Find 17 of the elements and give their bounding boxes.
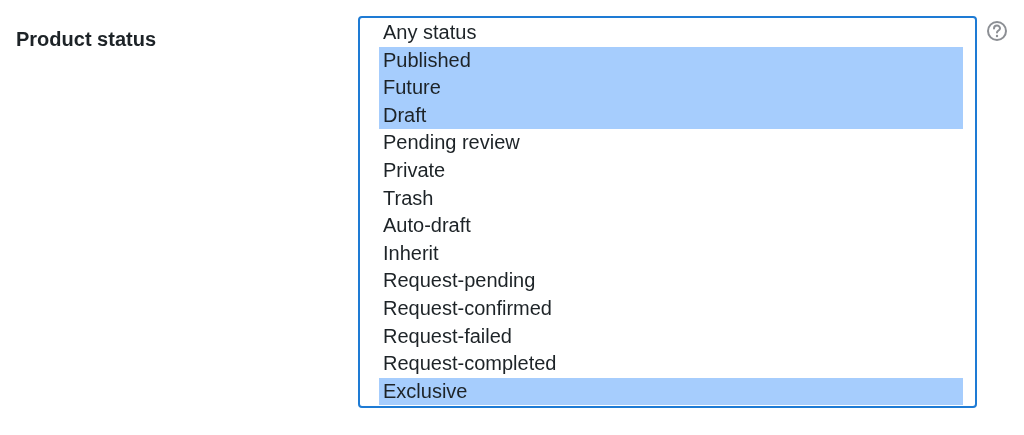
list-option[interactable]: Request-confirmed: [379, 294, 963, 323]
list-option[interactable]: Draft: [379, 101, 963, 130]
list-option[interactable]: Request-pending: [379, 267, 963, 295]
list-option[interactable]: Auto-draft: [379, 212, 963, 240]
list-option[interactable]: Request-completed: [379, 350, 963, 378]
list-option[interactable]: Trash: [379, 184, 963, 213]
field-label: Product status: [16, 27, 158, 51]
list-option[interactable]: Published: [379, 46, 963, 75]
list-option[interactable]: Inherit: [379, 239, 963, 268]
list-option[interactable]: Pending review: [379, 129, 963, 157]
help-icon[interactable]: [986, 20, 1008, 42]
list-option[interactable]: Exclusive: [379, 377, 963, 406]
list-option[interactable]: Request-failed: [379, 322, 963, 351]
list-option[interactable]: Private: [379, 156, 963, 185]
list-option[interactable]: Any status: [379, 19, 963, 47]
list-option[interactable]: Future: [379, 74, 963, 102]
status-listbox[interactable]: Any status Published Future Draft Pending review Private Trash Auto-draft Inherit Request-pending Request-confirmed Request-failed Request-completed Exclusive: [358, 16, 977, 408]
